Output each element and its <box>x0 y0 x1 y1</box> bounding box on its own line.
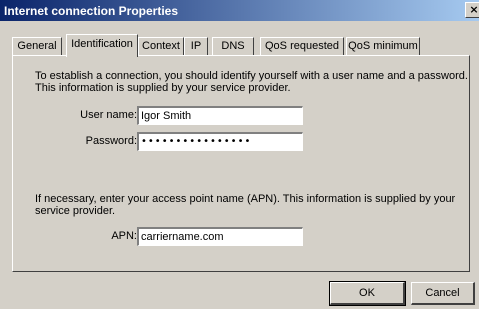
tab-qos-requested[interactable]: QoS requested <box>260 37 344 56</box>
username-label: User name: <box>80 109 137 121</box>
tab-identification[interactable]: Identification <box>66 34 138 57</box>
tab-qos-minimum[interactable]: QoS minimum <box>346 37 420 56</box>
password-field[interactable]: •••••••••••••••• <box>137 132 303 151</box>
tab-context[interactable]: Context <box>138 37 184 56</box>
tab-dns[interactable]: DNS <box>212 37 254 56</box>
tab-strip: General Identification Context IP DNS Qo… <box>12 34 472 57</box>
identification-intro-text: To establish a connection, you should id… <box>35 70 468 94</box>
identification-panel: To establish a connection, you should id… <box>12 55 470 272</box>
window-title: Internet connection Properties <box>4 4 179 18</box>
title-bar: Internet connection Properties × <box>0 0 479 21</box>
cancel-button[interactable]: Cancel <box>411 282 475 305</box>
apn-intro-text: If necessary, enter your access point na… <box>35 193 456 217</box>
apn-field[interactable]: carriername.com <box>137 227 303 246</box>
close-icon[interactable]: × <box>465 2 479 18</box>
apn-label: APN: <box>111 230 137 242</box>
ok-button[interactable]: OK <box>329 281 406 306</box>
tab-general[interactable]: General <box>12 37 62 56</box>
tab-ip[interactable]: IP <box>184 37 208 56</box>
password-label: Password: <box>85 135 137 147</box>
username-field[interactable]: Igor Smith <box>137 106 303 125</box>
